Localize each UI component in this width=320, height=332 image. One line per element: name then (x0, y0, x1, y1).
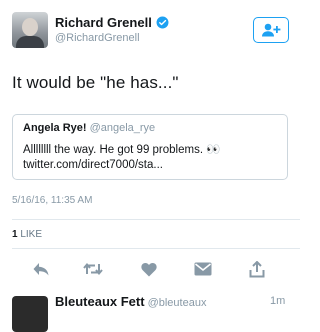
like-count: 1 (12, 229, 18, 240)
share-icon (249, 260, 265, 277)
heart-icon (141, 262, 157, 276)
next-tweet-header[interactable]: Bleuteaux Fett @bleuteaux (55, 294, 206, 309)
retweet-icon (83, 262, 103, 276)
reply-icon (33, 263, 49, 276)
author-avatar[interactable] (12, 12, 48, 48)
tweet-timestamp: 5/16/16, 11:35 AM (12, 195, 93, 206)
divider-bottom (12, 248, 300, 249)
follow-button[interactable] (253, 17, 289, 43)
retweet-button[interactable] (82, 258, 104, 280)
tweet-text: It would be "he has..." (12, 73, 179, 92)
verified-icon (156, 16, 169, 29)
direct-message-button[interactable] (192, 258, 214, 280)
next-tweet-avatar[interactable] (12, 296, 48, 332)
like-label: LIKE (20, 229, 43, 240)
author-handle[interactable]: @RichardGrenell (55, 32, 140, 44)
quote-author-name: Angela Rye! (23, 122, 87, 134)
next-tweet-author-handle: @bleuteaux (147, 297, 207, 309)
author-name-row[interactable]: Richard Grenell (55, 15, 169, 30)
author-name[interactable]: Richard Grenell (55, 15, 152, 30)
quote-header: Angela Rye! @angela_rye (23, 122, 277, 134)
message-icon (194, 262, 212, 276)
action-bar (0, 258, 300, 282)
add-user-icon (262, 23, 281, 37)
quote-author-handle: @angela_rye (89, 122, 156, 134)
quote-text-line-1: Allllllll the way. He got 99 problems. 👀 (23, 144, 221, 156)
next-tweet-time: 1m (270, 295, 286, 307)
like-button[interactable] (138, 258, 160, 280)
share-button[interactable] (246, 258, 268, 280)
divider-top (12, 219, 300, 220)
next-tweet-author-name: Bleuteaux Fett (55, 294, 145, 309)
next-tweet-peek[interactable]: Bleuteaux Fett @bleuteaux 1m (0, 288, 300, 332)
reply-button[interactable] (30, 258, 52, 280)
quote-text-line-2: twitter.com/direct7000/sta... (23, 159, 163, 171)
quoted-tweet[interactable]: Angela Rye! @angela_rye Allllllll the way… (12, 114, 288, 180)
avatar-head (22, 18, 38, 36)
avatar-body (16, 36, 44, 48)
like-count-row[interactable]: 1 LIKE (12, 229, 42, 240)
